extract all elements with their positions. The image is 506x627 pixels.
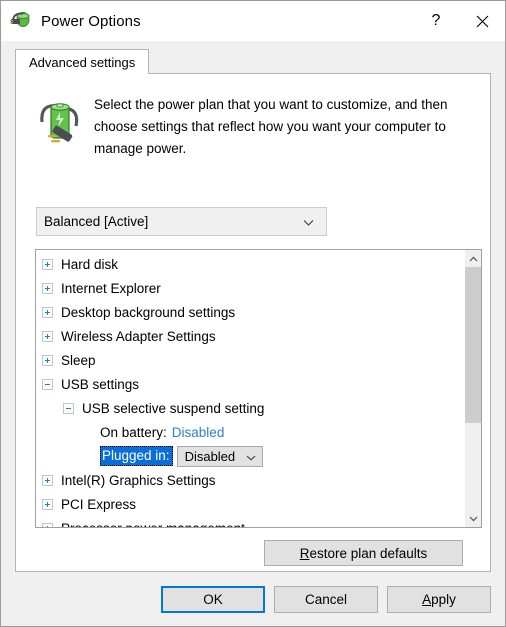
collapse-icon[interactable] <box>42 378 53 390</box>
dialog-button-row: OK Cancel Apply <box>161 586 491 613</box>
panel-header: Select the power plan that you want to c… <box>16 74 490 160</box>
setting-value[interactable]: Disabled <box>172 425 225 440</box>
panel-description: Select the power plan that you want to c… <box>94 97 448 156</box>
scrollbar-track[interactable] <box>465 267 481 510</box>
apply-accel: A <box>422 592 432 607</box>
chevron-down-icon <box>303 214 314 229</box>
tree-row[interactable]: USB selective suspend setting <box>36 396 464 420</box>
expand-icon[interactable] <box>42 306 53 318</box>
setting-value-select[interactable]: Disabled <box>176 445 264 467</box>
tree-row[interactable]: Sleep <box>36 348 464 372</box>
tree-row[interactable]: USB settings <box>36 372 464 396</box>
tree-row[interactable]: Wireless Adapter Settings <box>36 324 464 348</box>
chevron-down-icon[interactable] <box>465 510 481 527</box>
tree-row[interactable]: Plugged in: Disabled <box>36 444 464 468</box>
tree-row[interactable]: PCI Express <box>36 492 464 516</box>
tree-row-label: Processor power management <box>61 521 245 528</box>
help-button[interactable]: ? <box>413 6 459 37</box>
expand-icon[interactable] <box>42 474 53 486</box>
restore-accel: R <box>299 545 310 561</box>
setting-value-text: Disabled <box>184 448 236 464</box>
power-battery-plug-icon <box>10 10 32 32</box>
tree-row[interactable]: Desktop background settings <box>36 300 464 324</box>
tree-row[interactable]: Hard disk <box>36 252 464 276</box>
restore-label: estore plan defaults <box>309 545 428 561</box>
ok-button[interactable]: OK <box>161 586 265 613</box>
power-plan-value: Balanced [Active] <box>44 214 149 229</box>
tree-row[interactable]: Processor power management <box>36 516 464 527</box>
settings-tree: Hard disk Internet Explorer Desktop backgr… <box>36 250 464 527</box>
title-bar: Power Options ? <box>1 1 505 41</box>
tree-row-label: On battery: <box>100 424 167 440</box>
cancel-button[interactable]: Cancel <box>274 586 378 613</box>
expand-icon[interactable] <box>42 498 53 510</box>
tree-row-label: Desktop background settings <box>61 304 236 320</box>
tree-row-label: Hard disk <box>61 256 119 272</box>
expand-icon[interactable] <box>42 282 53 294</box>
scrollbar-thumb[interactable] <box>465 267 481 423</box>
tree-row-label: Intel(R) Graphics Settings <box>61 472 216 488</box>
tab-strip: Advanced settings <box>15 48 505 74</box>
expand-icon[interactable] <box>42 522 53 527</box>
expand-icon[interactable] <box>42 330 53 342</box>
tree-row[interactable]: Internet Explorer <box>36 276 464 300</box>
chevron-down-icon <box>246 449 256 464</box>
expand-icon[interactable] <box>42 258 53 270</box>
chevron-up-icon[interactable] <box>465 250 481 267</box>
collapse-icon[interactable] <box>63 402 74 414</box>
restore-plan-defaults-button[interactable]: Restore plan defaults <box>264 540 463 566</box>
apply-label: pply <box>431 592 456 607</box>
dialog-footer: OK Cancel Apply <box>1 572 505 626</box>
close-icon[interactable] <box>459 6 505 37</box>
expand-icon[interactable] <box>42 354 53 366</box>
list-scrollbar[interactable] <box>464 250 481 527</box>
power-plan-select[interactable]: Balanced [Active] <box>36 207 327 236</box>
tree-row-label: PCI Express <box>61 496 137 512</box>
advanced-settings-list[interactable]: Hard disk Internet Explorer Desktop backgr… <box>35 249 482 528</box>
tree-row-label: Internet Explorer <box>61 280 161 296</box>
battery-plug-icon <box>38 96 82 148</box>
tree-row-label: USB selective suspend setting <box>82 400 265 416</box>
tree-row-label: Sleep <box>61 352 96 368</box>
tree-row[interactable]: Intel(R) Graphics Settings <box>36 468 464 492</box>
tab-advanced-settings[interactable]: Advanced settings <box>15 49 150 74</box>
apply-button[interactable]: Apply <box>387 586 491 613</box>
tree-row-label-selected: Plugged in: <box>100 446 173 466</box>
window-title: Power Options <box>41 12 141 30</box>
power-options-window: Power Options ? Advanced settings Select… <box>0 0 506 627</box>
tree-row-label: Wireless Adapter Settings <box>61 328 216 344</box>
advanced-settings-panel: Select the power plan that you want to c… <box>15 73 491 572</box>
tree-row-label: USB settings <box>61 376 140 392</box>
tab-label: Advanced settings <box>29 54 136 70</box>
tree-row[interactable]: On battery: Disabled <box>36 420 464 444</box>
